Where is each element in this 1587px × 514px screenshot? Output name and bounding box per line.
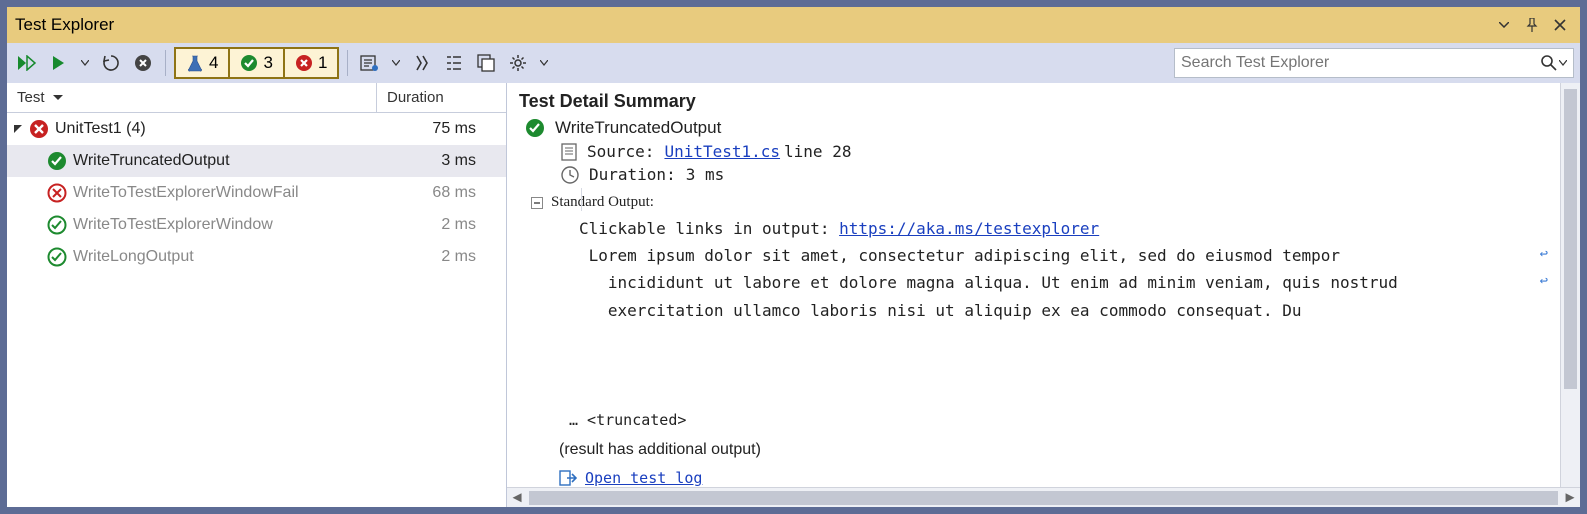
column-test[interactable]: Test [7, 83, 377, 112]
count-failed[interactable]: 1 [285, 49, 337, 77]
open-log-link[interactable]: Open test log [585, 469, 702, 487]
flask-icon [186, 54, 204, 72]
additional-output-label: (result has additional output) [559, 441, 1556, 459]
count-failed-value: 1 [318, 53, 327, 73]
run-failed-button[interactable] [129, 48, 157, 78]
pass-outline-icon [47, 247, 67, 267]
pass-outline-icon [47, 215, 67, 235]
expander-icon[interactable] [13, 124, 23, 134]
gear-icon [509, 54, 527, 72]
detail-content: Test Detail Summary WriteTruncatedOutput… [507, 83, 1560, 487]
search-box[interactable] [1174, 48, 1574, 78]
count-passed-value: 3 [263, 53, 272, 73]
detail-panel: Test Detail Summary WriteTruncatedOutput… [507, 83, 1580, 507]
test-tree[interactable]: UnitTest1 (4) 75 ms WriteTruncatedOutput… [7, 113, 506, 507]
count-total[interactable]: 4 [176, 49, 230, 77]
run-button[interactable] [45, 48, 73, 78]
sort-icon [53, 95, 63, 101]
separator [347, 50, 348, 76]
detail-heading: Test Detail Summary [519, 91, 1556, 112]
detail-testname-row: WriteTruncatedOutput [525, 118, 1556, 138]
column-duration[interactable]: Duration [377, 89, 506, 106]
scrollbar-thumb[interactable] [529, 491, 1558, 505]
pin-icon[interactable] [1520, 13, 1544, 37]
test-group-row[interactable]: UnitTest1 (4) 75 ms [7, 113, 506, 145]
pass-icon [240, 54, 258, 72]
run-all-button[interactable] [13, 48, 41, 78]
test-counts: 4 3 1 [174, 47, 339, 79]
titlebar: Test Explorer [7, 7, 1580, 43]
wrap-indicator-icon: ↩ [1540, 270, 1548, 294]
test-row[interactable]: WriteLongOutput 2 ms [7, 241, 506, 273]
scroll-right-icon[interactable]: ► [1560, 488, 1580, 508]
detail-testname: WriteTruncatedOutput [555, 118, 721, 138]
open-log-row: Open test log [559, 469, 1556, 487]
settings-dropdown-icon[interactable] [536, 48, 552, 78]
source-link[interactable]: UnitTest1.cs [664, 142, 780, 161]
fail-outline-icon [47, 183, 67, 203]
horizontal-scrollbar[interactable]: ◄ ► [507, 487, 1580, 507]
content-area: Test Duration UnitTest1 (4) 75 ms [7, 83, 1580, 507]
test-explorer-window: Test Explorer 4 [6, 6, 1581, 508]
fail-icon [295, 54, 313, 72]
test-row[interactable]: WriteTruncatedOutput 3 ms [7, 145, 506, 177]
playlist-button[interactable] [356, 48, 384, 78]
clock-icon [561, 166, 579, 184]
pass-icon [525, 118, 545, 138]
scroll-left-icon[interactable]: ◄ [507, 488, 527, 508]
close-icon[interactable] [1548, 13, 1572, 37]
source-row: Source: UnitTest1.cs line 28 [561, 142, 1556, 161]
count-total-value: 4 [209, 53, 218, 73]
search-icon[interactable] [1541, 55, 1567, 71]
repeat-last-run-button[interactable] [97, 48, 125, 78]
column-header: Test Duration [7, 83, 506, 113]
truncated-label: … <truncated> [569, 411, 1556, 429]
run-after-build-button[interactable] [408, 48, 436, 78]
stdout-body: Clickable links in output: https://aka.m… [579, 215, 1556, 405]
group-by-button[interactable] [440, 48, 468, 78]
show-hierarchy-button[interactable] [472, 48, 500, 78]
window-title: Test Explorer [15, 15, 1488, 35]
test-row[interactable]: WriteToTestExplorerWindow 2 ms [7, 209, 506, 241]
search-input[interactable] [1181, 54, 1541, 72]
count-passed[interactable]: 3 [230, 49, 284, 77]
fail-icon [29, 119, 49, 139]
vertical-scrollbar[interactable] [1560, 83, 1580, 487]
stdout-section: Standard Output: [559, 194, 1556, 211]
run-dropdown-icon[interactable] [77, 48, 93, 78]
pass-icon [47, 151, 67, 171]
test-list-panel: Test Duration UnitTest1 (4) 75 ms [7, 83, 507, 507]
duration-row: Duration: 3 ms [561, 165, 1556, 184]
output-link[interactable]: https://aka.ms/testexplorer [839, 219, 1099, 238]
separator [165, 50, 166, 76]
wrap-indicator-icon: ↩ [1540, 243, 1548, 267]
playlist-dropdown-icon[interactable] [388, 48, 404, 78]
open-log-icon [559, 470, 577, 486]
scrollbar-thumb[interactable] [1564, 89, 1577, 389]
settings-button[interactable] [504, 48, 532, 78]
collapse-icon[interactable] [531, 197, 543, 209]
document-icon [561, 143, 577, 161]
test-row[interactable]: WriteToTestExplorerWindowFail 68 ms [7, 177, 506, 209]
window-dropdown-icon[interactable] [1492, 13, 1516, 37]
toolbar: 4 3 1 [7, 43, 1580, 83]
